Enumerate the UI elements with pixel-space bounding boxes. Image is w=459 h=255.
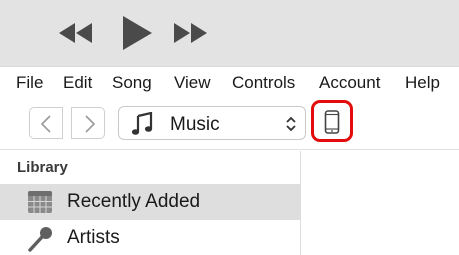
grid-icon xyxy=(28,191,52,213)
forward-button[interactable] xyxy=(71,107,105,139)
device-button[interactable] xyxy=(311,100,353,142)
fast-forward-button[interactable] xyxy=(172,21,208,45)
sidebar-item-label: Artists xyxy=(67,227,120,248)
sidebar-item-label: Recently Added xyxy=(67,191,201,212)
music-note-icon xyxy=(131,112,153,135)
sidebar-item-recently-added[interactable]: Recently Added xyxy=(0,184,300,220)
library-sidebar: Library Recently Added Artists xyxy=(0,151,301,255)
play-icon xyxy=(123,16,152,50)
chevron-left-icon xyxy=(40,115,51,133)
fast-forward-icon xyxy=(174,23,207,43)
chevron-right-icon xyxy=(85,115,96,133)
player-titlebar xyxy=(0,0,459,66)
menu-edit[interactable]: Edit xyxy=(63,73,92,93)
rewind-icon xyxy=(59,23,92,43)
menu-controls[interactable]: Controls xyxy=(232,73,295,93)
menu-help[interactable]: Help xyxy=(405,73,440,93)
chevron-up-down-icon xyxy=(286,116,296,132)
media-type-label: Music xyxy=(170,114,220,135)
microphone-icon xyxy=(28,227,52,252)
library-section-title: Library xyxy=(17,159,68,176)
menu-view[interactable]: View xyxy=(174,73,211,93)
sidebar-item-artists[interactable]: Artists xyxy=(0,220,300,255)
iphone-icon xyxy=(324,110,340,134)
menu-file[interactable]: File xyxy=(16,73,43,93)
play-button[interactable] xyxy=(116,13,156,53)
rewind-button[interactable] xyxy=(58,21,94,45)
menu-bar: File Edit Song View Controls Account Hel… xyxy=(0,66,459,98)
toolbar: Music xyxy=(0,98,459,150)
media-type-select[interactable]: Music xyxy=(118,106,306,140)
menu-song[interactable]: Song xyxy=(112,73,152,93)
main-content xyxy=(301,151,459,255)
menu-account[interactable]: Account xyxy=(319,73,380,93)
back-button[interactable] xyxy=(29,107,63,139)
